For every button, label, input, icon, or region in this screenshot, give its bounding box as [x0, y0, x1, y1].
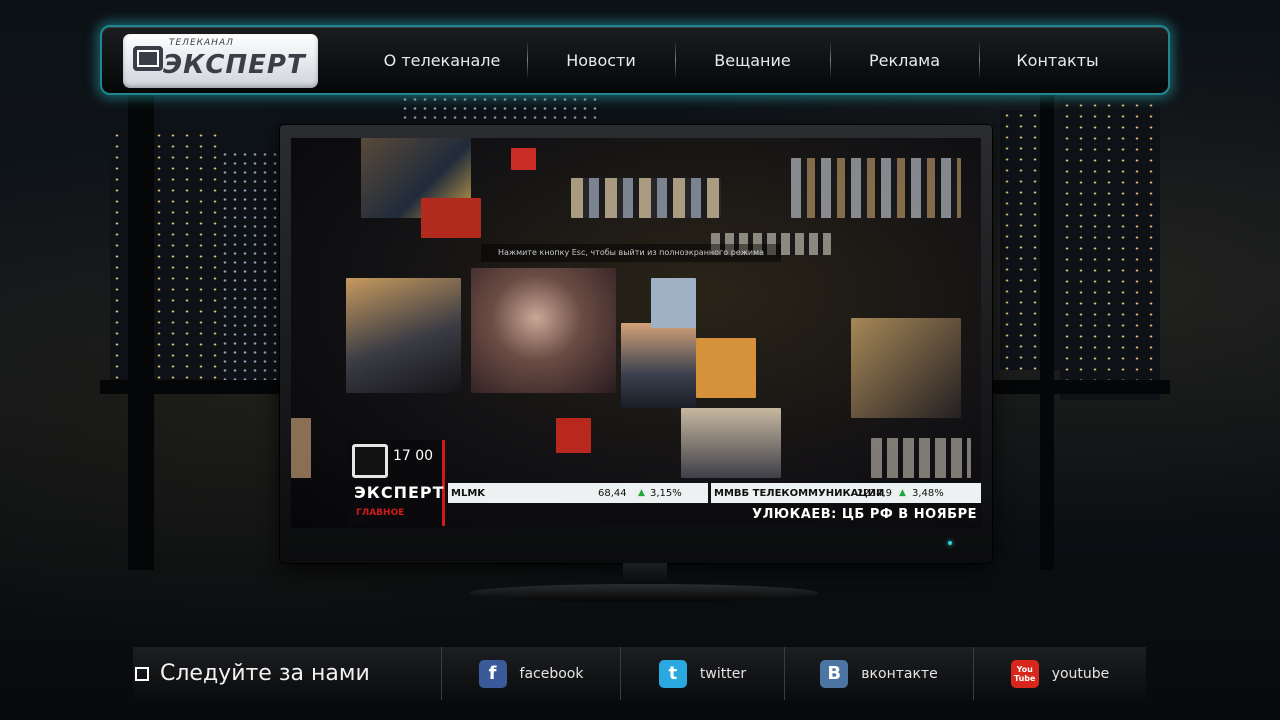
top-navigation-bar: ТЕЛЕКАНАЛ ЭКСПЕРТ О телеканале Новости В…	[100, 25, 1170, 95]
video-frame-tile	[471, 268, 616, 393]
fullscreen-hint: Нажмите кнопку Esc, чтобы выйти из полно…	[481, 244, 781, 262]
main-nav: О телеканале Новости Вещание Реклама Кон…	[357, 27, 1136, 93]
youtube-icon: You Tube	[1010, 659, 1039, 688]
social-link-facebook[interactable]: f facebook	[441, 647, 620, 700]
ticker-item: ММВБ ТЕЛЕКОММУНИКАЦИИ 2234,9 ▲ 3,48%	[711, 483, 981, 503]
social-link-twitter[interactable]: t twitter	[620, 647, 784, 700]
nav-item-broadcast[interactable]: Вещание	[675, 27, 830, 93]
ticker-value: 68,44	[598, 487, 627, 499]
ticker-change: 3,15%	[650, 487, 682, 499]
video-frame-tile	[851, 318, 961, 418]
ticker-change: 3,48%	[912, 487, 944, 499]
video-frame-tile	[511, 148, 536, 170]
video-frame-tile	[651, 278, 696, 328]
tv-stand-base	[470, 584, 818, 602]
video-frame-tile	[291, 418, 311, 478]
ticker-item: MLMK 68,44 ▲ 3,15%	[448, 483, 708, 503]
follow-us: Следуйте за нами	[133, 647, 441, 700]
power-led-icon	[948, 541, 952, 545]
building	[220, 150, 280, 380]
nav-item-about[interactable]: О телеканале	[357, 27, 527, 93]
window-frame	[990, 380, 1170, 394]
facebook-icon: f	[478, 659, 507, 688]
building	[110, 130, 220, 390]
video-frame-tile	[556, 418, 591, 453]
building	[400, 95, 600, 125]
channel-bug: 17 00 ЭКСПЕРТ ГЛАВНОЕ	[349, 440, 445, 526]
video-frame-tile	[696, 338, 756, 398]
social-label: вконтакте	[861, 665, 938, 682]
channel-name: ЭКСПЕРТ	[354, 483, 445, 502]
vkontakte-icon: B	[820, 659, 849, 688]
nav-item-contacts[interactable]: Контакты	[979, 27, 1136, 93]
window-frame	[1040, 90, 1054, 570]
market-ticker: MLMK 68,44 ▲ 3,15% ММВБ ТЕЛЕКОММУНИКАЦИИ…	[448, 483, 981, 503]
ticker-value: 2234,9	[857, 487, 892, 499]
video-frame-tile	[681, 408, 781, 478]
channel-logo-icon	[352, 444, 388, 478]
tv-frame: Нажмите кнопку Esc, чтобы выйти из полно…	[280, 125, 992, 563]
twitter-icon: t	[658, 659, 687, 688]
video-player[interactable]: Нажмите кнопку Esc, чтобы выйти из полно…	[291, 138, 981, 528]
news-headline: УЛЮКАЕВ: ЦБ РФ В НОЯБРЕ	[448, 504, 981, 526]
video-frame-tile	[421, 198, 481, 238]
program-label: ГЛАВНОЕ	[356, 508, 405, 518]
nav-item-news[interactable]: Новости	[527, 27, 675, 93]
ticker-name: MLMK	[451, 487, 486, 499]
up-arrow-icon: ▲	[899, 488, 906, 498]
video-frame-tile	[621, 323, 696, 408]
channel-logo[interactable]: ТЕЛЕКАНАЛ ЭКСПЕРТ	[123, 34, 318, 88]
social-link-youtube[interactable]: You Tube youtube	[973, 647, 1146, 700]
social-label: facebook	[519, 665, 584, 682]
nav-item-advertising[interactable]: Реклама	[830, 27, 979, 93]
social-label: twitter	[699, 665, 747, 682]
video-frame-tile	[346, 278, 461, 393]
up-arrow-icon: ▲	[638, 488, 645, 498]
social-link-vkontakte[interactable]: B вконтакте	[784, 647, 973, 700]
window-frame	[128, 90, 154, 570]
window-frame	[100, 380, 300, 394]
building	[1060, 100, 1160, 400]
broadcast-time: 17 00	[393, 448, 434, 464]
logo-title: ЭКСПЕРТ	[163, 50, 306, 80]
checkbox-square-icon	[135, 666, 149, 681]
tv-logo-icon	[133, 46, 163, 71]
logo-subtitle: ТЕЛЕКАНАЛ	[169, 38, 234, 48]
video-frame-tile	[871, 438, 971, 478]
social-bar: Следуйте за нами f facebook t twitter B …	[133, 647, 1146, 700]
video-frame-tile	[571, 178, 721, 218]
follow-label: Следуйте за нами	[160, 661, 370, 686]
video-frame-tile	[791, 158, 961, 218]
social-label: youtube	[1051, 665, 1110, 682]
